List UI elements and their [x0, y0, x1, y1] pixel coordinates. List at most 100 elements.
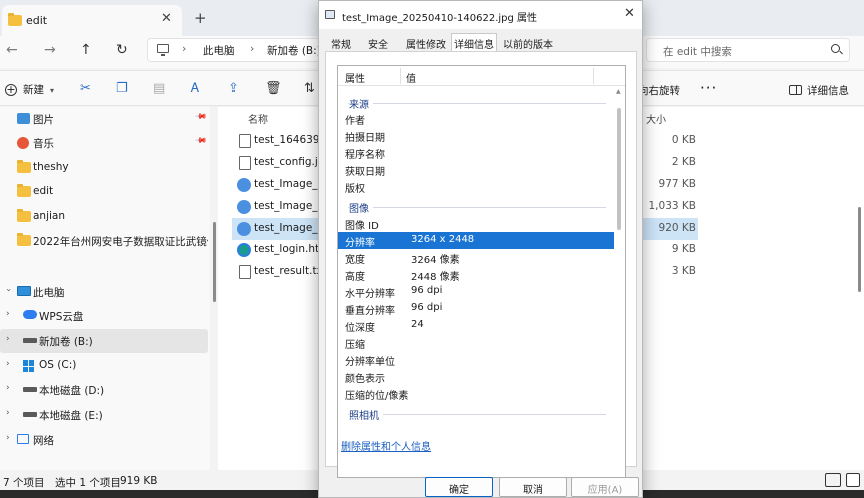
property-row-selected[interactable]: 分辨率 3264 x 2448: [338, 232, 614, 249]
breadcrumb-drive-b[interactable]: 新加卷 (B:): [267, 43, 321, 58]
new-tab-icon[interactable]: +: [194, 9, 207, 27]
details-view-icon[interactable]: [825, 473, 841, 487]
property-row[interactable]: 位深度 24: [338, 317, 614, 334]
address-bar[interactable]: › 此电脑 › 新加卷 (B:): [147, 38, 323, 62]
sidebar-item-pictures[interactable]: 图片 📌: [0, 107, 208, 131]
sidebar-item-this-pc[interactable]: › 此电脑: [0, 280, 208, 304]
property-list-scrollbar[interactable]: ▲: [615, 86, 625, 477]
property-row[interactable]: 图像 ID: [338, 215, 614, 232]
folder-icon: [17, 233, 31, 246]
ok-button[interactable]: 确定: [425, 477, 493, 497]
tiles-view-icon[interactable]: [846, 473, 860, 487]
music-icon: [17, 137, 29, 149]
search-input[interactable]: 在 edit 中搜索: [646, 38, 850, 62]
property-row[interactable]: 宽度 3264 像素: [338, 249, 614, 266]
breadcrumb-this-pc[interactable]: 此电脑: [203, 43, 235, 58]
file-list-scrollbar[interactable]: [858, 207, 861, 292]
scroll-up-icon[interactable]: ▲: [616, 88, 621, 95]
share-icon[interactable]: ⇪: [228, 81, 239, 96]
up-arrow-icon[interactable]: ↑: [80, 42, 92, 58]
property-row[interactable]: 分辨率单位: [338, 351, 614, 368]
group-label: 来源: [349, 96, 373, 111]
property-row[interactable]: 颜色表示: [338, 368, 614, 385]
column-header-value[interactable]: 值: [406, 70, 416, 85]
breadcrumb-separator-icon[interactable]: ›: [182, 42, 186, 55]
sidebar-item-edit[interactable]: edit: [0, 180, 208, 204]
tab-details[interactable]: 详细信息: [451, 33, 497, 52]
rename-icon[interactable]: Ꭺ: [191, 81, 200, 96]
property-row[interactable]: 压缩: [338, 334, 614, 351]
property-group-image: 图像: [338, 197, 614, 215]
tab-general[interactable]: 常规: [325, 34, 357, 51]
tab-previous-versions[interactable]: 以前的版本: [499, 34, 557, 51]
column-header-size[interactable]: 大小: [646, 111, 666, 126]
cut-icon[interactable]: ✂: [80, 81, 91, 96]
cancel-button[interactable]: 取消: [499, 477, 567, 497]
sidebar-item-wps-cloud[interactable]: › WPS云盘: [0, 304, 208, 328]
property-row[interactable]: 拍摄日期: [338, 127, 614, 144]
sidebar-item-label: 音乐: [33, 138, 54, 150]
property-row[interactable]: 压缩的位/像素: [338, 385, 614, 402]
details-pane-label: 详细信息: [807, 85, 849, 97]
delete-icon[interactable]: 🗑: [265, 81, 282, 96]
property-row[interactable]: 水平分辨率 96 dpi: [338, 283, 614, 300]
chevron-right-icon[interactable]: ›: [6, 309, 10, 319]
close-icon[interactable]: ✕: [624, 6, 635, 21]
property-key: 压缩: [345, 340, 365, 351]
property-key: 水平分辨率: [345, 289, 395, 300]
sidebar-item-drive-d[interactable]: › 本地磁盘 (D:): [0, 378, 208, 402]
property-row[interactable]: 获取日期: [338, 161, 614, 178]
search-placeholder: 在 edit 中搜索: [663, 46, 732, 58]
chevron-down-icon[interactable]: ›: [3, 288, 13, 292]
forward-arrow-icon[interactable]: →: [44, 42, 56, 58]
column-separator[interactable]: [400, 68, 401, 84]
sidebar-scrollbar[interactable]: [213, 222, 216, 302]
status-selected: 选中 1 个项目: [55, 477, 121, 489]
property-row[interactable]: 程序名称: [338, 144, 614, 161]
property-row[interactable]: 垂直分辨率 96 dpi: [338, 300, 614, 317]
sidebar-item-network[interactable]: › 网络: [0, 428, 208, 452]
column-header-name[interactable]: 名称: [248, 111, 268, 126]
column-separator[interactable]: [593, 68, 594, 84]
sidebar-item-theshy[interactable]: theshy: [0, 156, 208, 180]
sidebar-item-drive-b[interactable]: › 新加卷 (B:): [0, 329, 208, 353]
dialog-title-bar[interactable]: test_Image_20250410-140622.jpg 属性 ✕: [319, 1, 642, 29]
new-button[interactable]: + 新建 ▾: [5, 82, 54, 97]
remove-properties-link[interactable]: 删除属性和个人信息: [341, 438, 431, 453]
image-icon: [237, 222, 251, 236]
sidebar-item-anjian[interactable]: anjian: [0, 205, 208, 229]
sidebar-item-drive-e[interactable]: › 本地磁盘 (E:): [0, 403, 208, 427]
property-row[interactable]: 高度 2448 像素: [338, 266, 614, 283]
tab-edit[interactable]: edit ✕: [2, 5, 182, 36]
sort-icon[interactable]: ⇅: [304, 81, 315, 96]
chevron-right-icon[interactable]: ›: [6, 359, 10, 369]
column-header-property[interactable]: 属性: [345, 70, 365, 85]
search-icon[interactable]: [831, 44, 840, 53]
property-row[interactable]: 版权: [338, 178, 614, 195]
scrollbar-thumb[interactable]: [617, 108, 621, 230]
paste-icon[interactable]: ▤: [153, 81, 165, 96]
chevron-right-icon[interactable]: ›: [6, 334, 10, 344]
chevron-right-icon[interactable]: ›: [6, 433, 10, 443]
chevron-right-icon[interactable]: ›: [6, 383, 10, 393]
refresh-icon[interactable]: ↻: [116, 42, 128, 58]
property-row[interactable]: 作者: [338, 110, 614, 127]
tab-attribute-changer[interactable]: 属性修改: [402, 34, 450, 51]
group-divider: [348, 103, 606, 104]
tab-security[interactable]: 安全: [363, 34, 393, 51]
sidebar-item-music[interactable]: 音乐 📌: [0, 131, 208, 155]
copy-icon[interactable]: ❐: [116, 81, 128, 96]
apply-button[interactable]: 应用(A): [571, 477, 639, 497]
more-options-button[interactable]: ···: [700, 79, 717, 97]
back-arrow-icon[interactable]: ←: [6, 42, 18, 58]
sidebar-item-label: 此电脑: [33, 287, 65, 299]
rotate-right-button[interactable]: 向右旋转: [638, 83, 680, 98]
group-label: 图像: [349, 200, 373, 215]
sidebar-item-drive-c[interactable]: › OS (C:): [0, 354, 208, 378]
details-pane-button[interactable]: 详细信息: [789, 83, 849, 98]
chevron-down-icon: ▾: [50, 86, 55, 95]
close-tab-icon[interactable]: ✕: [161, 11, 172, 26]
chevron-right-icon[interactable]: ›: [6, 408, 10, 418]
breadcrumb-separator-icon[interactable]: ›: [250, 42, 254, 55]
sidebar-item-forensics-folder[interactable]: 2022年台州网安电子数据取证比武镜像文件: [0, 229, 208, 253]
